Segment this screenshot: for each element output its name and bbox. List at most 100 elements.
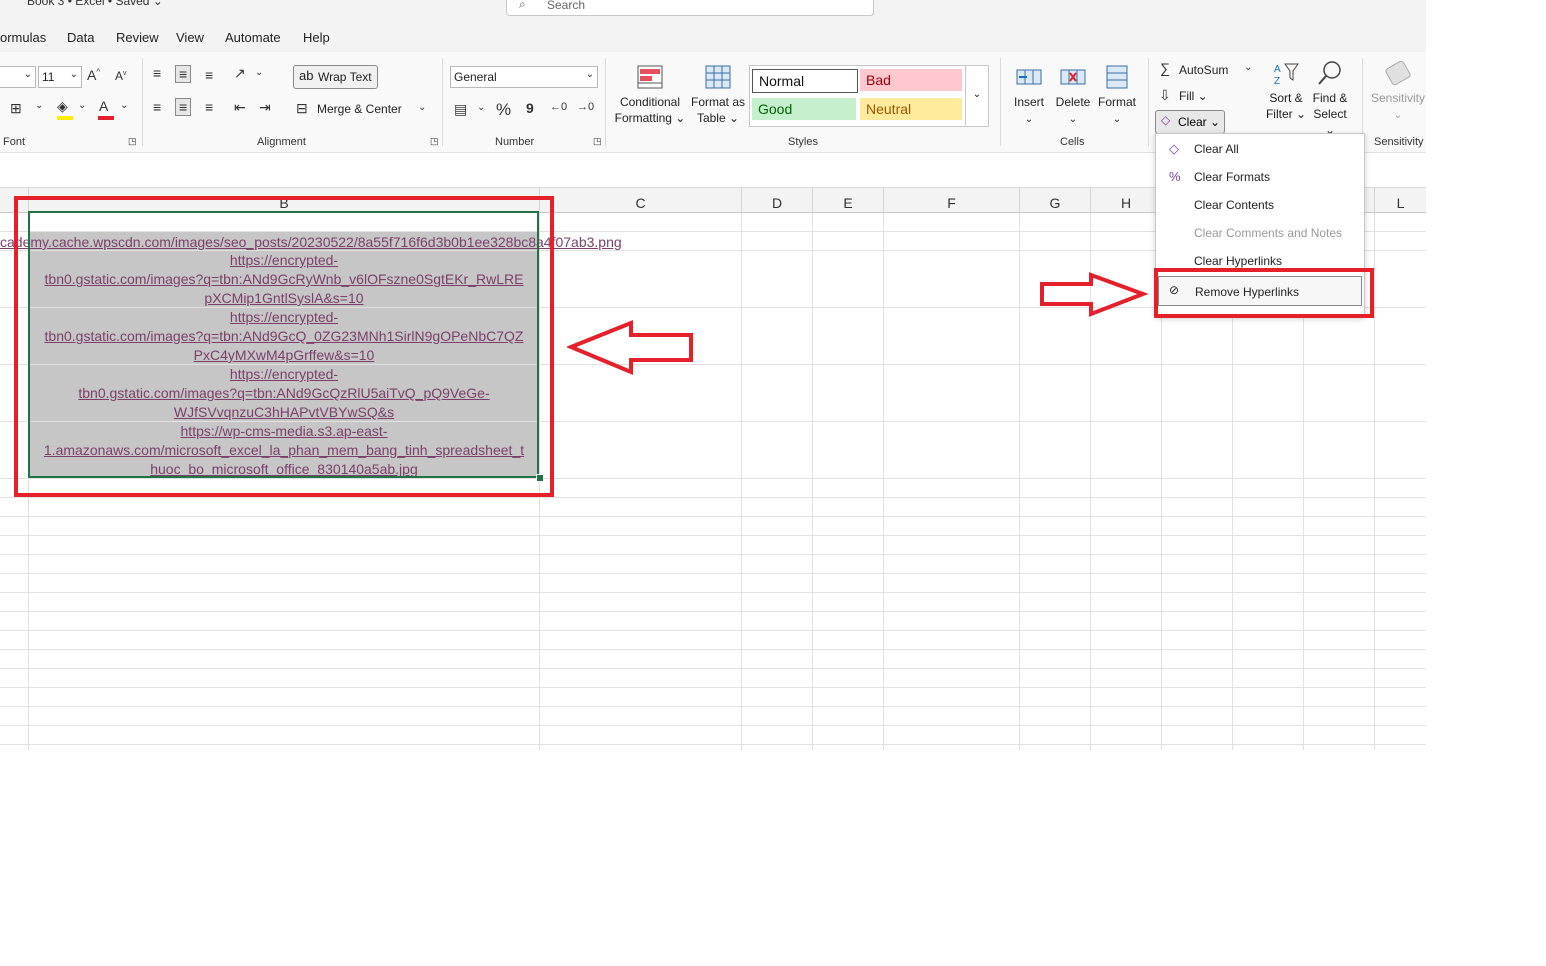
- find-select-button[interactable]: Find & Select ⌄: [1308, 60, 1352, 138]
- decrease-indent-icon[interactable]: ⇤: [234, 99, 246, 116]
- fill-dropdown-icon[interactable]: ⌄: [78, 100, 86, 111]
- tab-view[interactable]: View: [176, 30, 204, 45]
- format-button[interactable]: Format ⌄: [1096, 64, 1138, 128]
- align-bottom-icon[interactable]: ≡: [205, 67, 213, 83]
- column-header-c[interactable]: C: [540, 188, 742, 213]
- tab-review[interactable]: Review: [116, 30, 159, 45]
- comma-style-icon[interactable]: 9: [526, 100, 534, 116]
- autosum-dropdown-icon[interactable]: ⌄: [1244, 62, 1252, 73]
- sensitivity-button[interactable]: Sensitivity ⌄: [1368, 60, 1426, 124]
- tab-help[interactable]: Help: [303, 30, 330, 45]
- tab-data[interactable]: Data: [67, 30, 94, 45]
- alignment-dialog-launcher-icon[interactable]: ◳: [430, 136, 439, 147]
- percent-icon[interactable]: %: [496, 100, 511, 120]
- style-normal[interactable]: Normal: [752, 69, 858, 93]
- annotation-arrow-left-icon: [567, 320, 693, 375]
- font-color-icon[interactable]: A: [99, 98, 108, 114]
- column-header-d[interactable]: D: [742, 188, 813, 213]
- sensitivity-label: Sensitivity: [1370, 91, 1426, 105]
- number-format-combo[interactable]: General ⌄: [450, 66, 598, 88]
- search-box[interactable]: ⌕ Search: [506, 0, 874, 16]
- svg-text:Z: Z: [1274, 76, 1280, 86]
- delete-button[interactable]: Delete ⌄: [1052, 64, 1094, 128]
- sort-filter-button[interactable]: AZ Sort & Filter ⌄: [1264, 60, 1308, 122]
- merge-center-icon[interactable]: ⊟: [296, 100, 308, 117]
- font-size-combo[interactable]: 11 ⌄: [38, 66, 82, 88]
- align-left-icon[interactable]: ≡: [153, 99, 161, 115]
- grid-line: [0, 687, 1426, 688]
- align-top-icon[interactable]: ≡: [153, 65, 161, 81]
- font-name-combo[interactable]: ⌄: [0, 66, 36, 88]
- orientation-dropdown-icon[interactable]: ⌄: [255, 67, 263, 78]
- workbook-title[interactable]: Book 3 • Excel • Saved ⌄: [27, 0, 163, 8]
- increase-indent-icon[interactable]: ⇥: [259, 99, 271, 116]
- accounting-format-icon[interactable]: ▤: [454, 101, 467, 118]
- menu-clear-hyperlinks[interactable]: Clear Hyperlinks: [1194, 254, 1282, 268]
- align-middle-icon[interactable]: ≡: [175, 65, 192, 83]
- increase-font-icon[interactable]: A^: [87, 67, 100, 83]
- sort-filter-icon: AZ: [1274, 63, 1299, 86]
- number-group-label: Number: [495, 136, 535, 148]
- insert-button[interactable]: Insert ⌄: [1008, 64, 1050, 128]
- find-select-label-1: Find &: [1312, 91, 1348, 105]
- column-header-e[interactable]: E: [813, 188, 884, 213]
- clear-button[interactable]: ◇ Clear ⌄: [1155, 110, 1225, 134]
- annotation-box-cells: [14, 196, 554, 497]
- autosum-icon[interactable]: ∑: [1160, 60, 1170, 76]
- number-dialog-launcher-icon[interactable]: ◳: [593, 136, 602, 147]
- grid-line: [0, 554, 1426, 555]
- decrease-decimal-icon[interactable]: →0: [577, 101, 594, 113]
- grid-line: [0, 744, 1426, 745]
- svg-text:A: A: [1274, 64, 1281, 75]
- style-neutral[interactable]: Neutral: [860, 98, 962, 120]
- style-bad[interactable]: Bad: [860, 69, 962, 91]
- search-icon: ⌕: [519, 0, 526, 11]
- align-center-icon[interactable]: ≡: [175, 98, 192, 116]
- clear-label: Clear ⌄: [1178, 115, 1221, 129]
- fill-icon[interactable]: ⇩: [1159, 87, 1171, 104]
- column-header-l[interactable]: L: [1375, 188, 1426, 213]
- clear-formats-icon: %: [1169, 169, 1181, 184]
- merge-center-label[interactable]: Merge & Center: [317, 102, 402, 116]
- accounting-dropdown-icon[interactable]: ⌄: [477, 102, 485, 113]
- annotation-box-menu: [1154, 268, 1374, 318]
- excel-window: Book 3 • Excel • Saved ⌄ ⌕ Search ormula…: [0, 0, 1426, 750]
- borders-icon[interactable]: ⊞: [10, 100, 22, 117]
- merge-dropdown-icon[interactable]: ⌄: [418, 102, 426, 113]
- increase-decimal-icon[interactable]: ←0: [550, 101, 567, 113]
- tab-automate[interactable]: Automate: [225, 30, 281, 45]
- tab-formulas[interactable]: ormulas: [0, 30, 46, 45]
- insert-label: Insert: [1013, 95, 1044, 109]
- styles-more-icon[interactable]: ⌄: [965, 65, 988, 125]
- font-dialog-launcher-icon[interactable]: ◳: [128, 136, 137, 147]
- menu-clear-comments: Clear Comments and Notes: [1194, 226, 1343, 240]
- menu-clear-formats[interactable]: Clear Formats: [1194, 170, 1270, 184]
- conditional-formatting-button[interactable]: Conditional Formatting ⌄: [612, 64, 688, 126]
- borders-dropdown-icon[interactable]: ⌄: [35, 100, 43, 111]
- menu-clear-contents[interactable]: Clear Contents: [1194, 198, 1274, 212]
- fill-color-icon[interactable]: ◈: [57, 98, 68, 115]
- wrap-text-label: Wrap Text: [318, 70, 372, 84]
- font-color-dropdown-icon[interactable]: ⌄: [120, 100, 128, 111]
- menu-clear-all[interactable]: Clear All: [1194, 142, 1239, 156]
- fill-label[interactable]: Fill ⌄: [1179, 89, 1208, 103]
- eraser-icon: ◇: [1161, 113, 1171, 127]
- wrap-text-button[interactable]: ab Wrap Text: [293, 65, 378, 89]
- delete-cells-icon: [1060, 69, 1086, 85]
- autosum-label[interactable]: AutoSum: [1179, 63, 1228, 77]
- decrease-font-icon[interactable]: Av: [115, 69, 127, 83]
- sort-filter-label-1: Sort &: [1269, 91, 1303, 105]
- grid-line: [0, 668, 1426, 669]
- font-group-label: Font: [3, 136, 26, 148]
- format-as-table-button[interactable]: Format as Table ⌄: [688, 64, 748, 126]
- align-right-icon[interactable]: ≡: [205, 99, 213, 115]
- separator: [442, 58, 443, 146]
- style-good[interactable]: Good: [752, 98, 856, 120]
- column-header-f[interactable]: F: [884, 188, 1020, 213]
- orientation-icon[interactable]: ↗: [234, 65, 246, 82]
- grid-line: [0, 516, 1426, 517]
- alignment-group-label: Alignment: [257, 136, 306, 148]
- format-as-table-label-1: Format as: [690, 95, 745, 109]
- column-header-g[interactable]: G: [1020, 188, 1091, 213]
- column-header-h[interactable]: H: [1091, 188, 1162, 213]
